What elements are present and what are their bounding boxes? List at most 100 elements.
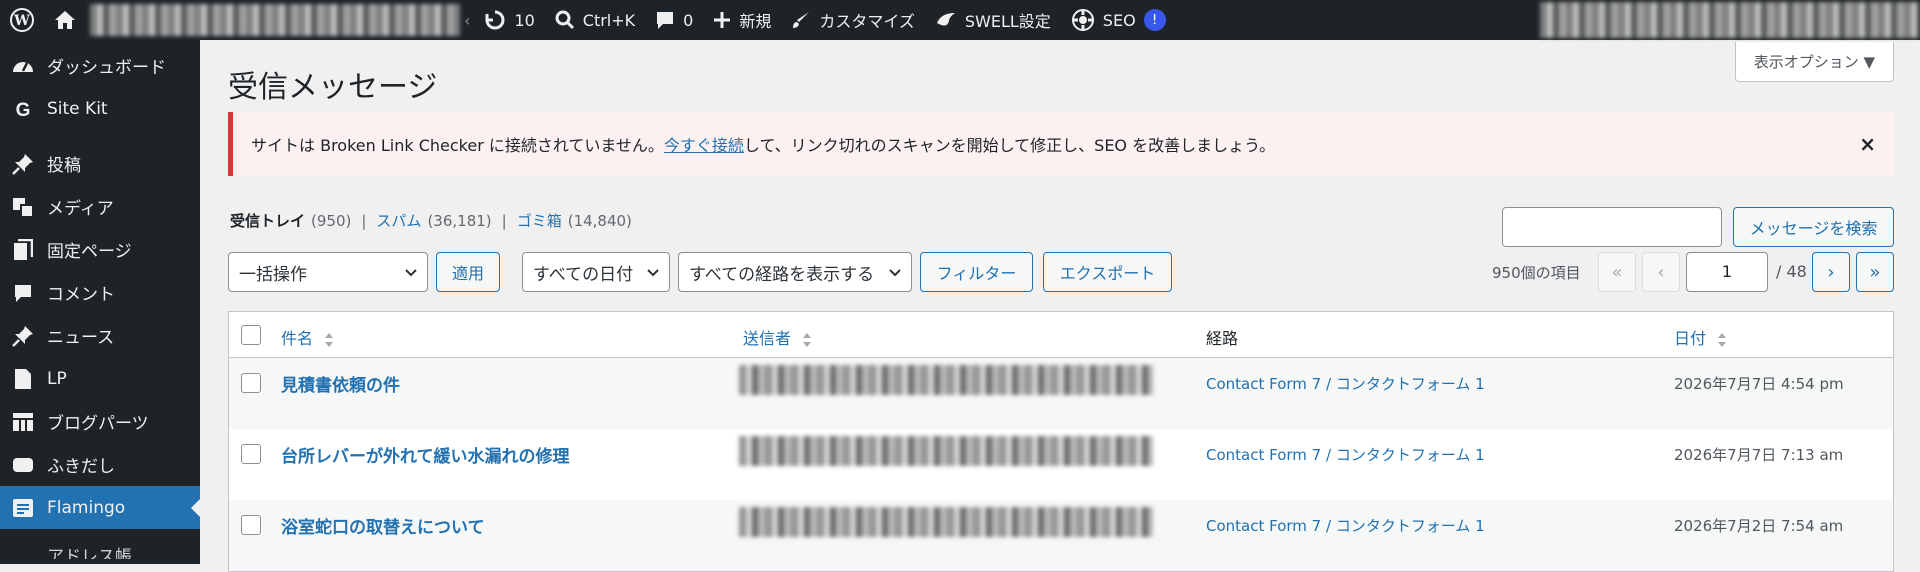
flamingo-icon: [12, 497, 34, 519]
dashboard-icon: [12, 55, 34, 77]
table-row: 浴室蛇口の取替えについて Contact Form 7 / コンタクトフォーム …: [229, 500, 1893, 571]
comment-icon: [655, 10, 675, 30]
current-page-input[interactable]: 1: [1686, 252, 1768, 292]
search-input[interactable]: [1502, 207, 1722, 247]
column-header-channel: 経路: [1206, 325, 1238, 349]
sidebar-item-label: メディア: [47, 199, 114, 219]
channel-filter-select[interactable]: すべての経路を表示する: [678, 252, 912, 292]
first-page-button: «: [1598, 252, 1636, 292]
user-account-redacted[interactable]: [1540, 2, 1920, 38]
search-messages-button[interactable]: メッセージを検索: [1733, 207, 1894, 247]
table-row: 見積書依頼の件 Contact Form 7 / コンタクトフォーム 1 202…: [229, 358, 1893, 429]
prev-page-button: ‹: [1642, 252, 1680, 292]
sidebar-item-blog-parts[interactable]: ブログパーツ: [0, 400, 200, 443]
column-header-label: 経路: [1206, 329, 1239, 348]
connect-now-link[interactable]: 今すぐ接続: [664, 132, 744, 156]
export-button[interactable]: エクスポート: [1043, 252, 1172, 292]
message-channel-link[interactable]: Contact Form 7 / コンタクトフォーム 1: [1206, 373, 1485, 394]
view-spam-link[interactable]: スパム: [376, 210, 421, 231]
sidebar-item-label: 投稿: [47, 156, 81, 176]
comment-icon: [12, 282, 34, 304]
broken-link-checker-notice: サイトは Broken Link Checker に接続されていません。 今すぐ接…: [228, 112, 1894, 176]
view-trash-link[interactable]: ゴミ箱: [517, 210, 562, 231]
bulk-action-select[interactable]: 一括操作: [228, 252, 428, 292]
screen-options-button[interactable]: 表示オプション ▼: [1734, 42, 1894, 82]
sender-redacted: [739, 365, 1153, 395]
sidebar-item-pages[interactable]: 固定ページ: [0, 228, 200, 271]
view-inbox-label[interactable]: 受信トレイ: [230, 210, 305, 231]
sidebar-item-posts[interactable]: 投稿: [0, 142, 200, 185]
row-checkbox[interactable]: [241, 515, 261, 535]
new-content-menu[interactable]: 新規: [703, 0, 781, 40]
sidebar-item-news[interactable]: ニュース: [0, 314, 200, 357]
paintbrush-icon: [791, 10, 811, 30]
svg-text:W: W: [13, 13, 30, 29]
speech-bubble-icon: [12, 454, 34, 476]
notice-text-before: サイトは Broken Link Checker に接続されていません。: [251, 136, 664, 155]
swell-logo-icon: [935, 11, 957, 29]
screen-options-label: 表示オプション ▼: [1753, 53, 1875, 71]
total-pages: / 48: [1776, 262, 1807, 281]
message-date: 2026年7月7日 4:54 pm: [1674, 375, 1844, 393]
sidebar-item-lp[interactable]: LP: [0, 357, 200, 400]
command-palette-menu[interactable]: Ctrl+K: [545, 0, 645, 40]
sidebar-item-label: コメント: [47, 285, 115, 305]
message-channel-link[interactable]: Contact Form 7 / コンタクトフォーム 1: [1206, 444, 1485, 465]
items-count: 950個の項目: [1492, 264, 1581, 282]
column-header-subject[interactable]: 件名: [281, 325, 334, 349]
sidebar-item-comments[interactable]: コメント: [0, 271, 200, 314]
bulk-action-value: 一括操作: [239, 264, 307, 285]
seo-menu[interactable]: SEO !: [1061, 0, 1176, 40]
media-icon: [12, 196, 34, 218]
sidebar-item-label: ブログパーツ: [47, 414, 149, 434]
google-g-icon: G: [12, 98, 34, 120]
chevron-left-icon: ‹: [464, 10, 471, 30]
sidebar-item-address-book[interactable]: アドレス帳: [0, 529, 200, 560]
column-header-from[interactable]: 送信者: [743, 325, 812, 349]
channel-filter-value: すべての経路を表示する: [689, 264, 875, 285]
pages-icon: [12, 238, 34, 261]
last-page-button[interactable]: »: [1856, 252, 1894, 292]
sidebar-item-media[interactable]: メディア: [0, 185, 200, 228]
select-all-checkbox[interactable]: [241, 325, 261, 345]
column-header-label: 日付: [1674, 329, 1707, 348]
chevron-down-icon: [405, 269, 417, 277]
apply-button[interactable]: 適用: [436, 252, 500, 292]
sidebar-item-speech-bubble[interactable]: ふきだし: [0, 443, 200, 486]
chevron-down-icon: [647, 269, 659, 277]
date-filter-select[interactable]: すべての日付: [522, 252, 670, 292]
pushpin-icon: [12, 325, 34, 347]
row-checkbox[interactable]: [241, 373, 261, 393]
updates-count: 10: [514, 10, 535, 30]
view-trash-count: (14,840): [567, 211, 632, 230]
wordpress-logo-icon[interactable]: W: [0, 0, 44, 40]
message-subject-link[interactable]: 浴室蛇口の取替えについて: [281, 513, 485, 538]
close-icon[interactable]: ×: [1859, 132, 1876, 156]
home-icon[interactable]: [44, 0, 86, 40]
sidebar-item-dashboard[interactable]: ダッシュボード: [0, 44, 200, 87]
sidebar-item-flamingo[interactable]: Flamingo: [0, 486, 200, 529]
swell-settings-menu[interactable]: SWELL設定: [925, 0, 1061, 40]
next-page-button[interactable]: ›: [1812, 252, 1850, 292]
filter-button[interactable]: フィルター: [920, 252, 1033, 292]
admin-bar: W ‹ 10 Ctrl+K 0 新規 カスタマイズ SWELL設定 SEO !: [0, 0, 1920, 40]
message-channel-link[interactable]: Contact Form 7 / コンタクトフォーム 1: [1206, 515, 1485, 536]
message-views: 受信トレイ (950) | スパム (36,181) | ゴミ箱 (14,840…: [230, 210, 632, 231]
comments-menu[interactable]: 0: [645, 0, 703, 40]
message-subject-link[interactable]: 見積書依頼の件: [281, 371, 400, 396]
sidebar-item-label: ダッシュボード: [47, 58, 166, 78]
chevron-down-icon: [889, 269, 901, 277]
customize-label: カスタマイズ: [819, 12, 915, 31]
column-header-date[interactable]: 日付: [1674, 325, 1727, 349]
page-title: 受信メッセージ: [228, 70, 438, 105]
updates-menu[interactable]: 10: [474, 0, 544, 40]
site-name-redacted[interactable]: [90, 4, 460, 36]
seo-label: SEO: [1102, 10, 1136, 30]
message-subject-link[interactable]: 台所レバーが外れて緩い水漏れの修理: [281, 442, 570, 467]
sidebar-item-site-kit[interactable]: G Site Kit: [0, 87, 200, 130]
updates-icon: [484, 9, 506, 31]
customize-menu[interactable]: カスタマイズ: [781, 0, 925, 40]
pushpin-icon: [12, 153, 34, 175]
row-checkbox[interactable]: [241, 444, 261, 464]
main-content: 表示オプション ▼ 受信メッセージ サイトは Broken Link Check…: [200, 40, 1920, 572]
